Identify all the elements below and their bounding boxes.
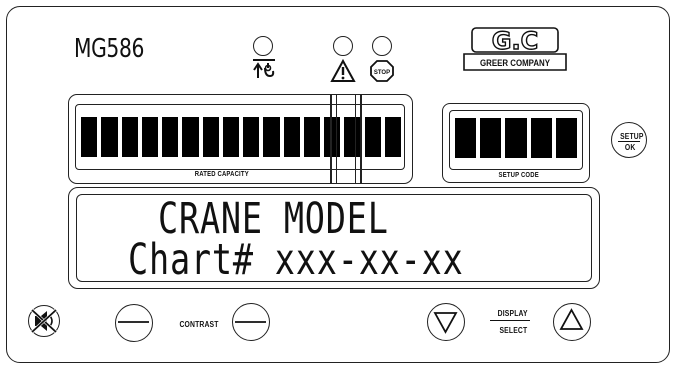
- capacity-segment: [162, 117, 179, 157]
- capacity-segment: [263, 117, 280, 157]
- setup-ok-button[interactable]: SETUP OK: [611, 122, 647, 158]
- setup-ok-line2: OK: [624, 143, 636, 152]
- warning-lamp: [333, 36, 353, 56]
- display-select-up-button[interactable]: [553, 303, 591, 341]
- capacity-segment: [384, 117, 401, 157]
- brand-logo-mark: G.C: [492, 27, 538, 55]
- setup-code-segment: [555, 118, 577, 158]
- contrast-increase-button[interactable]: [232, 303, 270, 341]
- stop-lamp: [372, 36, 392, 56]
- capacity-threshold-line: [330, 94, 332, 184]
- stop-sign-icon: STOP: [370, 60, 394, 82]
- mute-alarm-icon: [30, 308, 58, 334]
- brand-logo: G.C GREER COMPANY: [460, 26, 570, 74]
- setup-code-segment: [505, 118, 527, 158]
- capacity-segment: [283, 117, 300, 157]
- capacity-segment: [121, 117, 138, 157]
- model-name: MG586: [74, 34, 144, 64]
- capacity-segment: [182, 117, 199, 157]
- display-select-line2: SELECT: [499, 326, 528, 335]
- anti-two-block-lamp: [253, 36, 273, 56]
- triangle-up-icon: [559, 308, 584, 330]
- setup-code-segment: [480, 118, 502, 158]
- anti-two-block-icon: [253, 59, 275, 78]
- stop-label: STOP: [374, 70, 390, 76]
- setup-code-segment: [530, 118, 552, 158]
- brand-name: GREER COMPANY: [480, 58, 550, 68]
- capacity-segment: [101, 117, 118, 157]
- capacity-threshold-band: [336, 94, 356, 184]
- triangle-down-icon: [433, 312, 458, 334]
- rated-capacity-label: RATED CAPACITY: [194, 171, 249, 178]
- capacity-threshold-line: [360, 94, 362, 184]
- setup-code-segment: [455, 118, 477, 158]
- semicircle-up-icon: [235, 321, 266, 323]
- semicircle-down-icon: [118, 321, 149, 323]
- setup-code-bar: [455, 118, 577, 158]
- capacity-segment: [222, 117, 239, 157]
- capacity-segment: [141, 117, 158, 157]
- contrast-label: CONTRAST: [179, 320, 219, 329]
- setup-code-label: SETUP CODE: [498, 172, 539, 179]
- capacity-segment: [364, 117, 381, 157]
- lcd-line-2: Chart# xxx-xx-xx: [128, 235, 464, 285]
- display-select-down-button[interactable]: [427, 303, 465, 341]
- capacity-segment: [243, 117, 260, 157]
- display-select-line1: DISPLAY: [497, 309, 528, 318]
- setup-ok-line1: SETUP: [620, 132, 644, 141]
- capacity-segment: [303, 117, 320, 157]
- warning-triangle-icon: [330, 58, 356, 82]
- capacity-segment: [81, 117, 98, 157]
- contrast-decrease-button[interactable]: [115, 304, 153, 342]
- display-select-divider: [490, 320, 530, 322]
- mute-alarm-button[interactable]: [28, 305, 60, 337]
- capacity-segment: [202, 117, 219, 157]
